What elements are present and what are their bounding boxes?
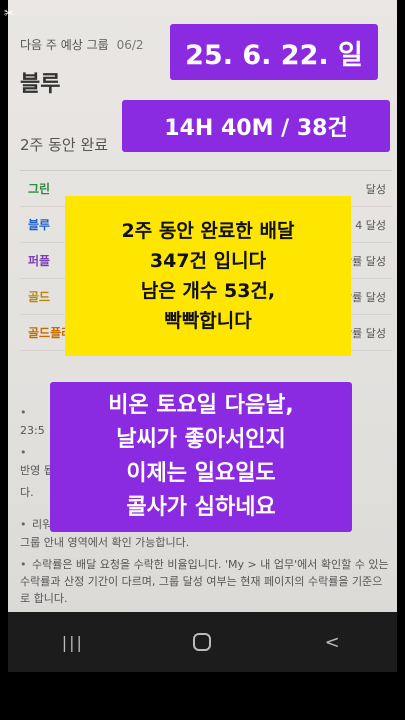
note-item: • 수락률은 배달 요청을 수락한 비율입니다. 'My > 내 업무'에서 확인…: [20, 556, 390, 607]
header-bar: 다음 주 예상 그룹 06/2: [20, 36, 144, 53]
note-text: 수락률은 배달 요청을 수락한 비율입니다. 'My > 내 업무'에서 확인할…: [20, 558, 389, 605]
grade-name: 퍼플: [28, 254, 51, 268]
time-overlay: 14H 40M / 38건: [122, 100, 390, 152]
comment-line: 날씨가 좋아서인지: [116, 427, 286, 452]
header-date: 06/2: [116, 38, 144, 52]
note-prefix: 23:5: [20, 424, 45, 437]
comment-line: 비온 토요일 다음날,: [108, 393, 294, 418]
note-item: 23:5: [20, 422, 45, 439]
comment-overlay: 비온 토요일 다음날, 날씨가 좋아서인지 이제는 일요일도 콜사가 심하네요: [50, 382, 352, 532]
capcut-logo-icon: ✂: [4, 6, 15, 20]
note-item: 다.: [20, 484, 34, 501]
section-title: 2주 동안 완료: [20, 136, 109, 154]
header-text: 다음 주 예상 그룹: [20, 38, 109, 52]
summary-line: 남은 개수 53건,: [140, 280, 276, 302]
grade-status: 달성: [365, 182, 386, 196]
note-item: 그룹 안내 영역에서 확인 가능합니다.: [20, 534, 189, 551]
grade-name: 그린: [28, 182, 51, 196]
grade-name: 골드: [28, 290, 51, 304]
bullet-icon: •: [20, 518, 27, 531]
note-suffix: 그룹 안내 영역에서 확인 가능합니다.: [20, 536, 190, 549]
back-button[interactable]: <: [302, 632, 362, 653]
comment-line: 이제는 일요일도: [126, 461, 276, 486]
summary-line: 2주 동안 완료한 배달: [121, 220, 295, 242]
comment-line: 콜사가 심하네요: [126, 495, 276, 520]
home-icon: [193, 633, 212, 651]
note-item: • 리워: [20, 516, 52, 533]
system-nav-bar: ||| <: [8, 612, 397, 672]
grade-name: 블루: [28, 218, 51, 232]
bullet-icon: •: [20, 406, 27, 419]
summary-overlay: 2주 동안 완료한 배달 347건 입니다 남은 개수 53건, 빡빡합니다: [65, 196, 351, 356]
page-title: 블루: [20, 72, 61, 97]
note-item: •: [20, 444, 32, 461]
bullet-icon: •: [20, 446, 27, 459]
home-button[interactable]: [172, 633, 232, 651]
grade-status: 4 달성: [355, 218, 386, 232]
date-overlay: 25. 6. 22. 일: [170, 24, 378, 80]
bullet-icon: •: [20, 558, 27, 571]
summary-line: 빡빡합니다: [164, 310, 252, 332]
note-text: 다.: [20, 486, 34, 499]
recent-apps-button[interactable]: |||: [43, 633, 103, 652]
summary-line: 347건 입니다: [149, 250, 267, 272]
note-item: •: [20, 404, 32, 421]
